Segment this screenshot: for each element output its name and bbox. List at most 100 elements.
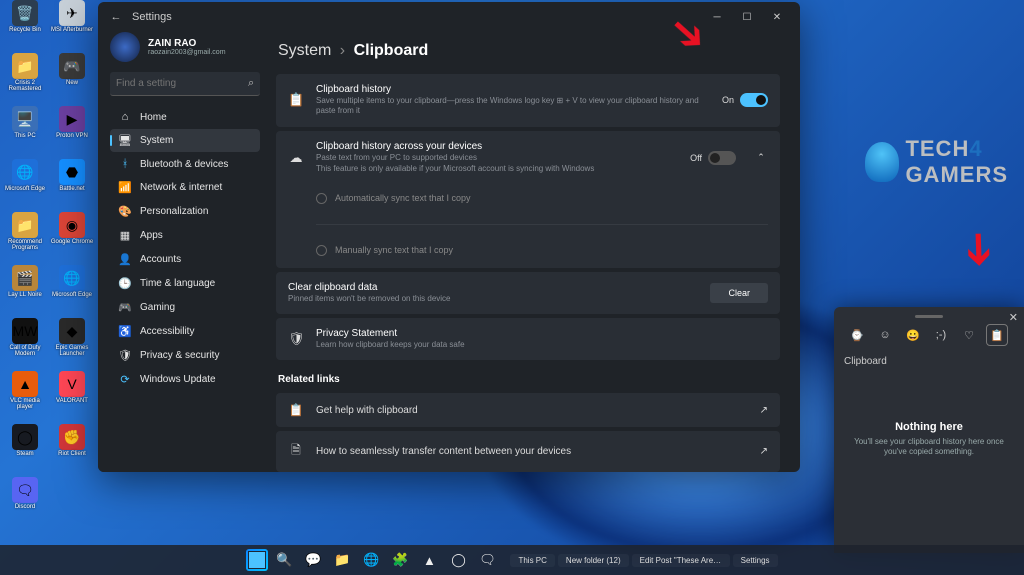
nav-icon: ♿ bbox=[118, 325, 132, 338]
desktop-icon[interactable]: VVALORANT bbox=[49, 371, 95, 423]
close-button[interactable]: ✕ bbox=[762, 3, 792, 31]
sync-toggle[interactable] bbox=[708, 151, 736, 165]
nav-label: Network & internet bbox=[140, 182, 222, 193]
taskbar-icon[interactable]: ◯ bbox=[445, 547, 471, 573]
sync-title: Clipboard history across your devices bbox=[316, 141, 678, 152]
sidebar-item-apps[interactable]: ▦Apps bbox=[110, 224, 260, 247]
desktop-icon[interactable]: ⬣Battle.net bbox=[49, 159, 95, 211]
settings-window: ← Settings ─ ☐ ✕ ZAIN RAO raozain2003@gm… bbox=[98, 2, 800, 472]
desktop-icon[interactable]: ✈MSI Afterburner bbox=[49, 0, 95, 52]
desktop-icon[interactable]: 🎮New bbox=[49, 53, 95, 105]
desktop-icon[interactable]: 📁Crisis 2 Remastered bbox=[2, 53, 48, 105]
history-title: Clipboard history bbox=[316, 84, 710, 95]
sidebar-item-time-language[interactable]: 🕒Time & language bbox=[110, 272, 260, 295]
privacy-card[interactable]: 🛡 Privacy Statement Learn how clipboard … bbox=[276, 318, 780, 360]
breadcrumb-parent[interactable]: System bbox=[278, 42, 331, 59]
sync-sub2: This feature is only available if your M… bbox=[316, 164, 678, 174]
app-icon: V bbox=[59, 371, 85, 397]
desktop-icon[interactable]: ◯Steam bbox=[2, 424, 48, 476]
history-sub: Save multiple items to your clipboard—pr… bbox=[316, 96, 710, 117]
maximize-button[interactable]: ☐ bbox=[732, 3, 762, 31]
sync-opt-manual[interactable]: Manually sync text that I copy bbox=[288, 239, 768, 262]
nav-label: System bbox=[140, 135, 173, 146]
clipboard-tab[interactable]: ;-) bbox=[930, 324, 952, 346]
clipboard-tab[interactable]: ♡ bbox=[958, 324, 980, 346]
sidebar-item-network-internet[interactable]: 📶Network & internet bbox=[110, 176, 260, 199]
search-input[interactable] bbox=[116, 78, 248, 89]
app-icon: ◉ bbox=[59, 212, 85, 238]
nav-icon: ⟳ bbox=[118, 373, 132, 386]
sidebar-item-system[interactable]: 🖥System bbox=[110, 129, 260, 152]
app-icon: ✈ bbox=[59, 0, 85, 26]
icon-label: Microsoft Edge bbox=[5, 186, 45, 192]
taskbar-window[interactable]: Settings bbox=[733, 554, 778, 567]
taskbar-icon[interactable]: ▲ bbox=[416, 547, 442, 573]
clipboard-tab[interactable]: 😀 bbox=[902, 324, 924, 346]
desktop-icon[interactable]: 📁Recommend Programs bbox=[2, 212, 48, 264]
desktop-icon[interactable]: 🖥️This PC bbox=[2, 106, 48, 158]
taskbar-window-label: New folder (12) bbox=[562, 556, 625, 565]
nav-label: Accessibility bbox=[140, 326, 194, 337]
avatar bbox=[110, 32, 140, 62]
back-button[interactable]: ← bbox=[106, 11, 126, 23]
popup-close-button[interactable]: ✕ bbox=[1009, 311, 1018, 324]
sidebar-item-bluetooth-devices[interactable]: ᚼBluetooth & devices bbox=[110, 153, 260, 175]
clear-button[interactable]: Clear bbox=[710, 283, 768, 303]
history-toggle[interactable] bbox=[740, 93, 768, 107]
desktop-icon[interactable]: 🗨Discord bbox=[2, 477, 48, 529]
link-icon: 📋 bbox=[288, 403, 304, 417]
desktop-icon[interactable]: 🎬Lay LL Noire bbox=[2, 265, 48, 317]
titlebar: ← Settings ─ ☐ ✕ bbox=[98, 2, 800, 32]
search-box[interactable]: ⌕ bbox=[110, 72, 260, 96]
minimize-button[interactable]: ─ bbox=[702, 3, 732, 31]
sync-opt-auto[interactable]: Automatically sync text that I copy bbox=[288, 187, 768, 210]
collapse-icon[interactable]: ⌃ bbox=[754, 152, 768, 163]
taskbar-icon[interactable] bbox=[246, 549, 268, 571]
sidebar-item-personalization[interactable]: 🎨Personalization bbox=[110, 200, 260, 223]
clear-title: Clear clipboard data bbox=[288, 282, 698, 293]
taskbar-icon[interactable]: 🗨 bbox=[474, 547, 500, 573]
related-link[interactable]: 📋Get help with clipboard↗ bbox=[276, 393, 780, 427]
desktop-icon[interactable]: ▲VLC media player bbox=[2, 371, 48, 423]
clipboard-tab[interactable]: 📋 bbox=[986, 324, 1008, 346]
sidebar-item-windows-update[interactable]: ⟳ Windows Update bbox=[110, 368, 260, 391]
clipboard-tab[interactable]: ☺ bbox=[874, 324, 896, 346]
sidebar-item-home[interactable]: ⌂Home bbox=[110, 106, 260, 128]
taskbar-window[interactable]: This PC bbox=[510, 554, 554, 567]
desktop-icon[interactable]: ▶Proton VPN bbox=[49, 106, 95, 158]
desktop-icon[interactable]: MWCall of Duty Modern bbox=[2, 318, 48, 370]
taskbar-icon[interactable]: 🔍 bbox=[271, 547, 297, 573]
taskbar-icon[interactable]: 📁 bbox=[329, 547, 355, 573]
watermark: TECH4 GAMERS bbox=[865, 136, 1008, 188]
taskbar-window[interactable]: Edit Post "These Are My bbox=[632, 554, 730, 567]
nav-label: Time & language bbox=[140, 278, 215, 289]
taskbar-icon[interactable]: 🌐 bbox=[358, 547, 384, 573]
clipboard-tabs: ⌚ ☺ 😀 ;-) ♡ 📋 bbox=[844, 324, 1014, 346]
sidebar-item-gaming[interactable]: 🎮Gaming bbox=[110, 296, 260, 319]
breadcrumb-current: Clipboard bbox=[354, 42, 429, 59]
desktop-icon[interactable] bbox=[49, 477, 95, 529]
privacy-sub: Learn how clipboard keeps your data safe bbox=[316, 340, 768, 350]
icon-label: Recycle Bin bbox=[9, 27, 41, 33]
desktop-icon[interactable]: 🌐Microsoft Edge bbox=[49, 265, 95, 317]
sidebar-item-accessibility[interactable]: ♿ Accessibility bbox=[110, 320, 260, 343]
nav-label: Windows Update bbox=[140, 374, 216, 385]
related-link[interactable]: 🗎How to seamlessly transfer content betw… bbox=[276, 431, 780, 472]
clipboard-popup: ✕ ⌚☺😀;-)♡📋 Clipboard Nothing here You'll… bbox=[834, 307, 1024, 553]
popup-handle[interactable] bbox=[915, 315, 943, 318]
clipboard-tab[interactable]: ⌚ bbox=[846, 324, 868, 346]
taskbar-icon[interactable]: 💬 bbox=[300, 547, 326, 573]
mascot-icon bbox=[865, 142, 899, 182]
taskbar-window[interactable]: New folder (12) bbox=[558, 554, 629, 567]
app-icon: ▶ bbox=[59, 106, 85, 132]
sidebar-item-accounts[interactable]: 👤Accounts bbox=[110, 248, 260, 271]
desktop-icon[interactable]: 🗑️Recycle Bin bbox=[2, 0, 48, 52]
sidebar-item-privacy-security[interactable]: 🛡Privacy & security bbox=[110, 344, 260, 367]
desktop-icon[interactable]: 🌐Microsoft Edge bbox=[2, 159, 48, 211]
desktop-icon[interactable]: ◉Google Chrome bbox=[49, 212, 95, 264]
profile[interactable]: ZAIN RAO raozain2003@gmail.com bbox=[110, 32, 260, 62]
taskbar-icon[interactable]: 🧩 bbox=[387, 547, 413, 573]
desktop-icon[interactable]: ✊Riot Client bbox=[49, 424, 95, 476]
breadcrumb: System › Clipboard bbox=[278, 42, 780, 60]
desktop-icon[interactable]: ◆Epic Games Launcher bbox=[49, 318, 95, 370]
